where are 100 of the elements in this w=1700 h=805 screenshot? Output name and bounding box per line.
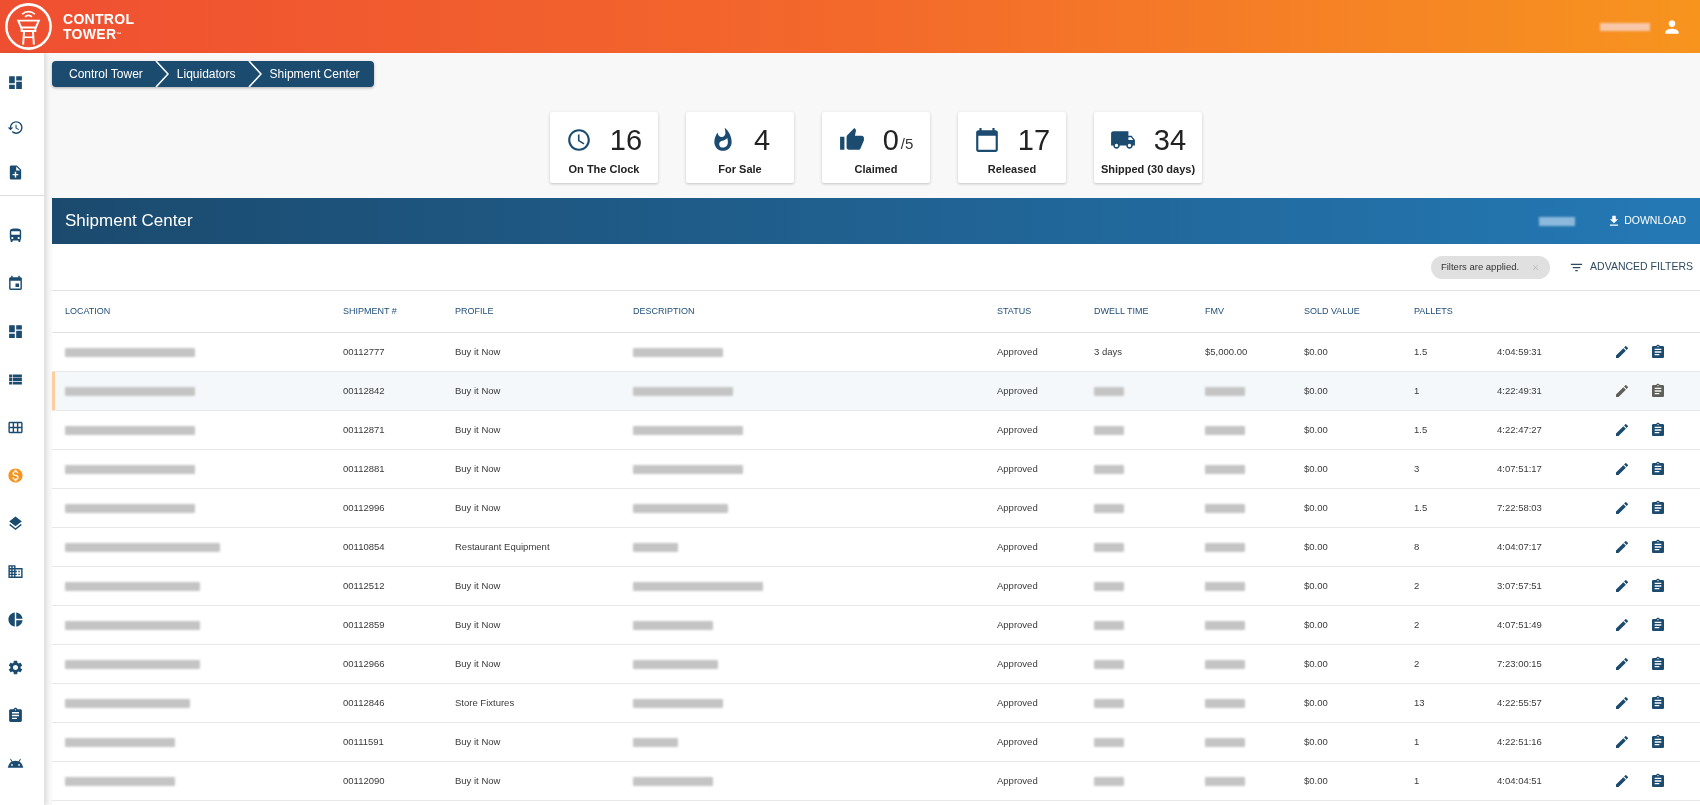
advanced-filters-button[interactable]: ADVANCED FILTERS (1569, 259, 1693, 275)
download-button[interactable]: DOWNLOAD (1607, 213, 1686, 229)
table-cell-text: $0.00 (1304, 656, 1328, 671)
add-document-icon[interactable] (7, 164, 24, 181)
blurred-text (1094, 425, 1124, 435)
table-cell-text: 7:22:58:03 (1497, 500, 1542, 515)
edit-icon[interactable] (1614, 578, 1630, 594)
bus-icon[interactable] (7, 226, 24, 244)
blurred-text (1094, 776, 1124, 786)
table-cell-text: 3 days (1094, 344, 1122, 359)
table-cell-text: 1 (1414, 773, 1420, 788)
edit-icon[interactable] (1614, 383, 1630, 399)
clipboard-icon[interactable] (1650, 656, 1666, 672)
table-cell-text: Approved (997, 656, 1038, 671)
blurred-text (1205, 425, 1245, 435)
blurred-text (1205, 503, 1245, 513)
clipboard-icon[interactable] (1650, 539, 1666, 555)
blurred-text (1205, 386, 1245, 396)
breadcrumb-link[interactable]: Control Tower (52, 65, 155, 83)
table-cell-text: Buy it Now (455, 461, 501, 476)
blurred-text (1205, 620, 1245, 630)
table-cell-text: Buy it Now (455, 383, 501, 398)
filter-chip[interactable]: Filters are applied. (1430, 255, 1551, 279)
table-cell-text: Approved (997, 578, 1038, 593)
table-cell-text: 4:04:59:31 (1497, 344, 1542, 359)
table-cell-text: $5,000.00 (1205, 344, 1248, 359)
clipboard-icon[interactable] (1650, 422, 1666, 438)
table-cell-text: Approved (997, 383, 1038, 398)
tower-logo-icon (5, 3, 52, 50)
table-cell-text: $0.00 (1304, 695, 1328, 710)
blurred-text (1205, 737, 1245, 747)
table-cell-text: Store Fixtures (455, 695, 515, 710)
table-cell-text: 00112966 (343, 656, 385, 671)
clipboard-icon[interactable] (1650, 578, 1666, 594)
stat-value: 0 (882, 124, 899, 156)
table-cell-text: 1 (1414, 383, 1420, 398)
blurred-text (1205, 659, 1245, 669)
clipboard-icon[interactable] (1650, 383, 1666, 399)
table-cell-text: $0.00 (1304, 578, 1328, 593)
edit-icon[interactable] (1614, 539, 1630, 555)
blurred-text (1094, 581, 1124, 591)
clipboard-icon[interactable] (1650, 617, 1666, 633)
table-row[interactable]: 00112842 Buy it Now Approved $0.00 1 4:22:49:31 (52, 372, 1700, 411)
blurred-text (1094, 620, 1124, 630)
table-cell-text: Approved (997, 500, 1038, 515)
table-cell-text: $0.00 (1304, 383, 1328, 398)
blurred-text (1094, 542, 1124, 552)
table-cell-text: $0.00 (1304, 500, 1328, 515)
edit-icon[interactable] (1614, 773, 1630, 789)
clipboard-icon[interactable] (1650, 695, 1666, 711)
clipboard-icon[interactable] (1650, 734, 1666, 750)
chevron-icon (154, 61, 169, 87)
stat-label: Released (987, 162, 1037, 176)
edit-icon[interactable] (1614, 617, 1630, 633)
column-header: SHIPMENT # (343, 304, 397, 318)
building-icon[interactable] (7, 562, 24, 580)
column-header: LOCATION (65, 304, 111, 318)
breadcrumb-link[interactable]: Shipment Center (261, 65, 374, 83)
stat-label: For Sale (718, 162, 762, 176)
blurred-text (1539, 216, 1576, 226)
clipboard-icon[interactable] (7, 706, 24, 724)
edit-icon[interactable] (1614, 422, 1630, 438)
edit-icon[interactable] (1614, 500, 1630, 516)
dashboard-icon[interactable] (7, 74, 24, 91)
blurred-text (633, 542, 678, 552)
breadcrumb-link[interactable]: Liquidators (168, 65, 248, 83)
history-icon[interactable] (7, 119, 24, 136)
blurred-text (1205, 542, 1245, 552)
clipboard-icon[interactable] (1650, 461, 1666, 477)
table-cell-text: 1 (1414, 734, 1420, 749)
clipboard-icon[interactable] (1650, 500, 1666, 516)
layers-icon[interactable] (7, 514, 24, 532)
edit-icon[interactable] (1614, 344, 1630, 360)
pie-chart-icon[interactable] (7, 610, 24, 628)
edit-icon[interactable] (1614, 695, 1630, 711)
table-cell-text: 00112777 (343, 344, 385, 359)
table-cell-text: 00112871 (343, 422, 385, 437)
table-cell-text: Approved (997, 344, 1038, 359)
dashboard-icon[interactable] (7, 322, 24, 340)
blurred-text (1205, 776, 1245, 786)
calendar-icon[interactable] (7, 274, 24, 292)
settings-icon[interactable] (7, 658, 24, 676)
panel-title: Shipment Center (65, 210, 193, 233)
blurred-text (1094, 464, 1124, 474)
edit-icon[interactable] (1614, 734, 1630, 750)
stat-value: 4 (753, 124, 771, 156)
table-cell-text: Approved (997, 617, 1038, 632)
table-cell-text: 4:07:51:17 (1497, 461, 1542, 476)
blurred-text (1600, 22, 1650, 31)
edit-icon[interactable] (1614, 656, 1630, 672)
table-cell-text: Approved (997, 695, 1038, 710)
clipboard-icon[interactable] (1650, 773, 1666, 789)
table-cell-text: 1.5 (1414, 344, 1428, 359)
logo-text: CONTROL TOWER$^{™}$ (63, 11, 135, 42)
table-cell-text: 00112859 (343, 617, 385, 632)
chevron-icon (247, 61, 262, 87)
edit-icon[interactable] (1614, 461, 1630, 477)
clipboard-icon[interactable] (1650, 344, 1666, 360)
table-cell-text: 4:22:49:31 (1497, 383, 1542, 398)
blurred-text (1205, 581, 1245, 591)
